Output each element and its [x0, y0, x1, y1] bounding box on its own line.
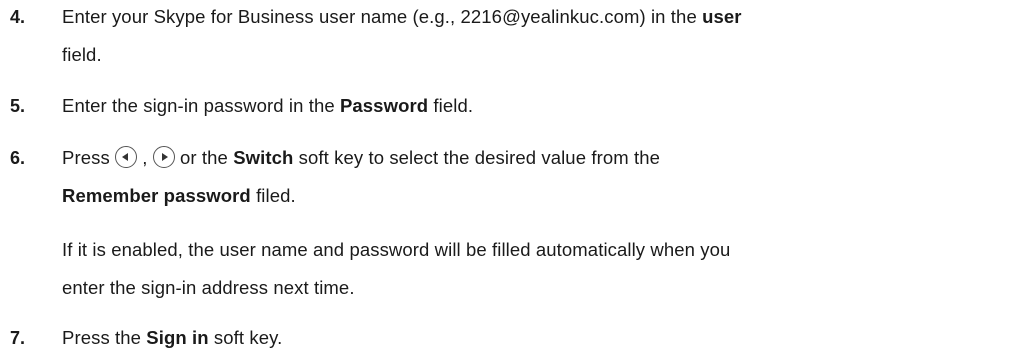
step-line: Remember password filed.	[62, 177, 1001, 215]
step-line: field.	[62, 44, 102, 65]
bold-term-user: user	[702, 6, 742, 27]
text-run: Press	[62, 147, 110, 168]
step-text: Press , or the Switch soft key to select…	[62, 139, 1001, 215]
left-navigation-key-icon	[115, 146, 138, 169]
instruction-document: 4. Enter your Skype for Business user na…	[0, 0, 1021, 356]
text-run: Enter the sign-in password in the	[62, 95, 340, 116]
step-line: Enter your Skype for Business user name …	[62, 0, 1001, 36]
note-line: If it is enabled, the user name and pass…	[62, 239, 731, 260]
step-number: 5.	[10, 96, 26, 116]
step-text: Enter your Skype for Business user name …	[62, 0, 1001, 74]
right-arrow-glyph	[161, 153, 168, 162]
bold-term-switch: Switch	[233, 147, 294, 168]
separator: ,	[142, 147, 148, 168]
left-arrow-glyph	[122, 153, 129, 162]
note-line: enter the sign-in address next time.	[62, 277, 355, 298]
step-number: 4.	[10, 7, 26, 27]
step-text: Enter the sign-in password in the Passwo…	[62, 87, 1001, 125]
text-run: soft key.	[208, 327, 283, 348]
text-run: Press the	[62, 327, 147, 348]
bold-term-remember-password: Remember password	[62, 185, 251, 206]
step-number: 7.	[10, 328, 26, 348]
step-number: 6.	[10, 148, 26, 168]
step-text: Press the Sign in soft key.	[62, 319, 1001, 357]
right-navigation-key-icon	[152, 146, 175, 169]
text-run: or the	[174, 147, 234, 168]
text-run: filed.	[250, 185, 296, 206]
text-run: Enter your Skype for Business user name …	[62, 6, 703, 27]
bold-term-password: Password	[339, 95, 429, 116]
bold-term-sign-in: Sign in	[146, 327, 209, 348]
step-note: If it is enabled, the user name and pass…	[62, 231, 1001, 307]
text-run: soft key to select the desired value fro…	[293, 147, 660, 168]
text-run: field.	[428, 95, 474, 116]
step-line: Press , or the Switch soft key to select…	[62, 139, 1001, 177]
